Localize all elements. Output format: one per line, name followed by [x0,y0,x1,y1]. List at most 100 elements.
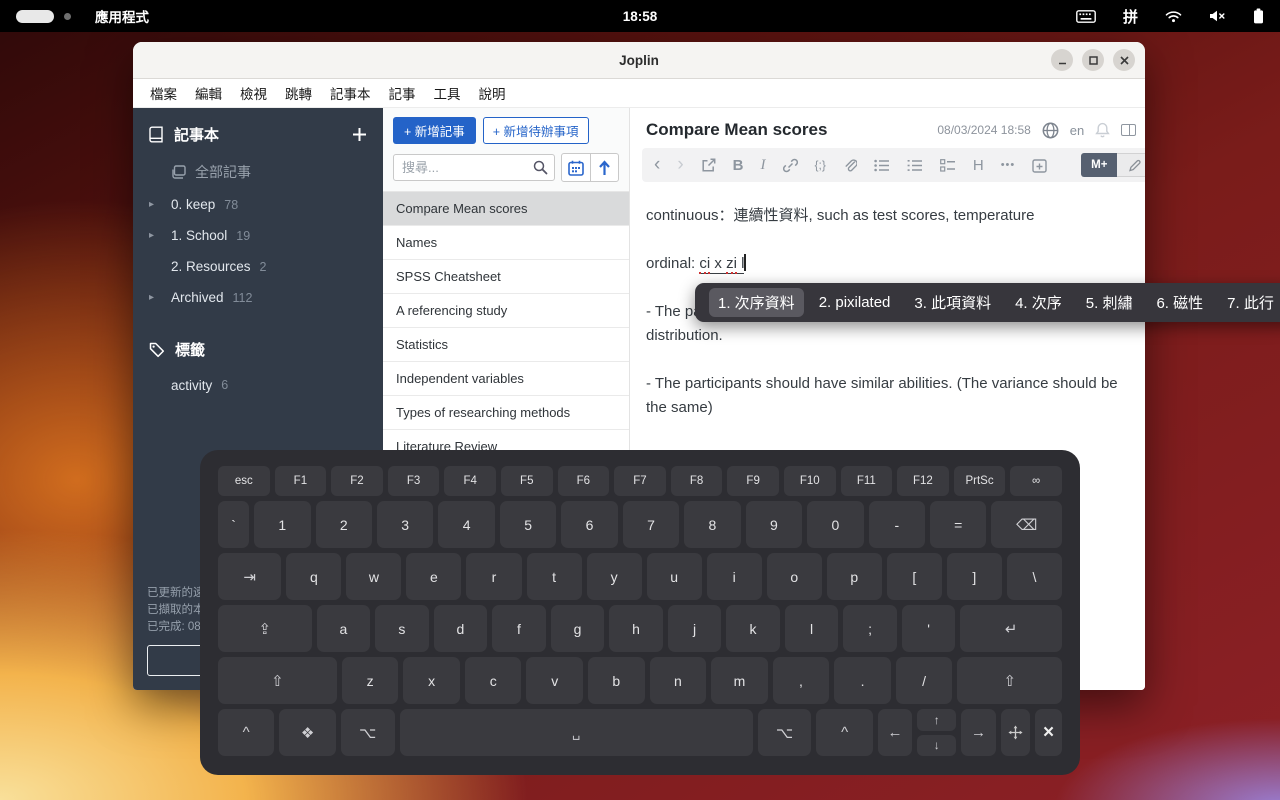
sidebar-notebook-item[interactable]: ▸1. School19 [133,220,383,251]
note-list-item[interactable]: Compare Mean scores [383,192,629,226]
key-n[interactable]: n [650,657,707,704]
semicolon-key[interactable]: ; [843,605,897,652]
sidebar-notebook-item[interactable]: 2. Resources2 [133,251,383,282]
note-list-item[interactable]: Types of researching methods [383,396,629,430]
f9-key[interactable]: F9 [727,466,779,496]
key-p[interactable]: p [827,553,882,600]
key-c[interactable]: c [465,657,522,704]
f11-key[interactable]: F11 [841,466,893,496]
ime-candidate[interactable]: 4. 次序 [1006,288,1071,317]
key-r[interactable]: r [466,553,521,600]
key-3[interactable]: 3 [377,501,433,548]
key-o[interactable]: o [767,553,822,600]
italic-icon[interactable]: I [761,157,766,174]
esc-key[interactable]: esc [218,466,270,496]
key-q[interactable]: q [286,553,341,600]
extra-key[interactable]: ∞ [1010,466,1062,496]
back-icon[interactable]: ‹ [654,154,660,176]
menu-item[interactable]: 跳轉 [276,83,321,103]
expand-arrow-icon[interactable]: ▸ [149,292,171,303]
f7-key[interactable]: F7 [614,466,666,496]
menu-item[interactable]: 工具 [425,83,470,103]
key-t[interactable]: t [527,553,582,600]
ime-candidate[interactable]: 3. 此項資料 [905,288,1000,317]
prtsc-key[interactable]: PrtSc [954,466,1006,496]
key-f[interactable]: f [492,605,546,652]
ime-candidate[interactable]: 6. 磁性 [1147,288,1212,317]
period-key[interactable]: . [834,657,891,704]
menu-item[interactable]: 記事 [380,83,425,103]
menu-item[interactable]: 說明 [470,83,515,103]
note-list-item[interactable]: A referencing study [383,294,629,328]
f12-key[interactable]: F12 [897,466,949,496]
equals-key[interactable]: = [930,501,986,548]
key-9[interactable]: 9 [746,501,802,548]
expand-arrow-icon[interactable]: ▸ [149,199,171,210]
battery-icon[interactable] [1253,8,1264,24]
spellcheck-language[interactable]: en [1070,123,1084,138]
checkbox-list-icon[interactable] [940,159,956,172]
volume-muted-icon[interactable] [1209,10,1226,22]
add-notebook-button[interactable] [352,127,367,142]
input-method-indicator[interactable]: 拼 [1123,6,1138,27]
key-e[interactable]: e [406,553,461,600]
applications-menu[interactable]: 應用程式 [95,6,149,26]
shift-left-key[interactable]: ⇧ [218,657,337,704]
menu-item[interactable]: 編輯 [186,83,231,103]
ctrl-right-key[interactable]: ^ [816,709,872,756]
heading-icon[interactable]: H [973,157,984,174]
note-list-item[interactable]: Independent variables [383,362,629,396]
bracket-left-key[interactable]: [ [887,553,942,600]
sort-order-button[interactable] [590,154,618,181]
f4-key[interactable]: F4 [444,466,496,496]
bold-icon[interactable]: B [733,157,744,174]
arrow-right-key[interactable]: → [961,709,995,756]
backtick-key[interactable]: ` [218,501,249,548]
arrow-down-key[interactable]: ↓ [917,735,956,757]
bulleted-list-icon[interactable] [874,159,890,172]
note-title[interactable]: Compare Mean scores [646,120,937,140]
f2-key[interactable]: F2 [331,466,383,496]
enter-key[interactable]: ↵ [960,605,1062,652]
key-a[interactable]: a [317,605,371,652]
key-s[interactable]: s [375,605,429,652]
hyperlink-icon[interactable] [783,158,798,173]
comma-key[interactable]: , [773,657,830,704]
key-z[interactable]: z [342,657,399,704]
ime-candidate[interactable]: 7. 此行 [1218,288,1280,317]
key-4[interactable]: 4 [438,501,494,548]
new-todo-button[interactable]: + 新增待辦事項 [483,117,589,144]
spellcheck-globe-icon[interactable] [1042,122,1059,139]
tab-key[interactable]: ⇥ [218,553,281,600]
minimize-button[interactable] [1051,49,1073,71]
f8-key[interactable]: F8 [671,466,723,496]
key-j[interactable]: j [668,605,722,652]
close-keyboard-key[interactable]: × [1035,709,1062,756]
key-b[interactable]: b [588,657,645,704]
super-key[interactable]: ❖ [279,709,335,756]
inline-code-icon[interactable]: {;} [815,158,826,172]
key-i[interactable]: i [707,553,762,600]
f6-key[interactable]: F6 [558,466,610,496]
note-list-item[interactable]: SPSS Cheatsheet [383,260,629,294]
key-h[interactable]: h [609,605,663,652]
note-list-item[interactable]: Statistics [383,328,629,362]
forward-icon[interactable]: › [677,154,683,176]
menu-item[interactable]: 記事本 [321,83,380,103]
window-titlebar[interactable]: Joplin [133,42,1145,79]
alt-right-key[interactable]: ⌥ [758,709,812,756]
key-y[interactable]: y [587,553,642,600]
key-v[interactable]: v [526,657,583,704]
arrow-up-key[interactable]: ↑ [917,709,956,731]
new-note-button[interactable]: + 新增記事 [393,117,476,144]
more-options-icon[interactable]: ••• [1001,159,1016,171]
f5-key[interactable]: F5 [501,466,553,496]
key-5[interactable]: 5 [500,501,556,548]
key-1[interactable]: 1 [254,501,310,548]
maximize-button[interactable] [1082,49,1104,71]
sidebar-item-all-notes[interactable]: 全部記事 [133,155,383,189]
sidebar-tag-item[interactable]: activity6 [133,370,383,400]
ctrl-left-key[interactable]: ^ [218,709,274,756]
minus-key[interactable]: - [869,501,925,548]
close-button[interactable] [1113,49,1135,71]
